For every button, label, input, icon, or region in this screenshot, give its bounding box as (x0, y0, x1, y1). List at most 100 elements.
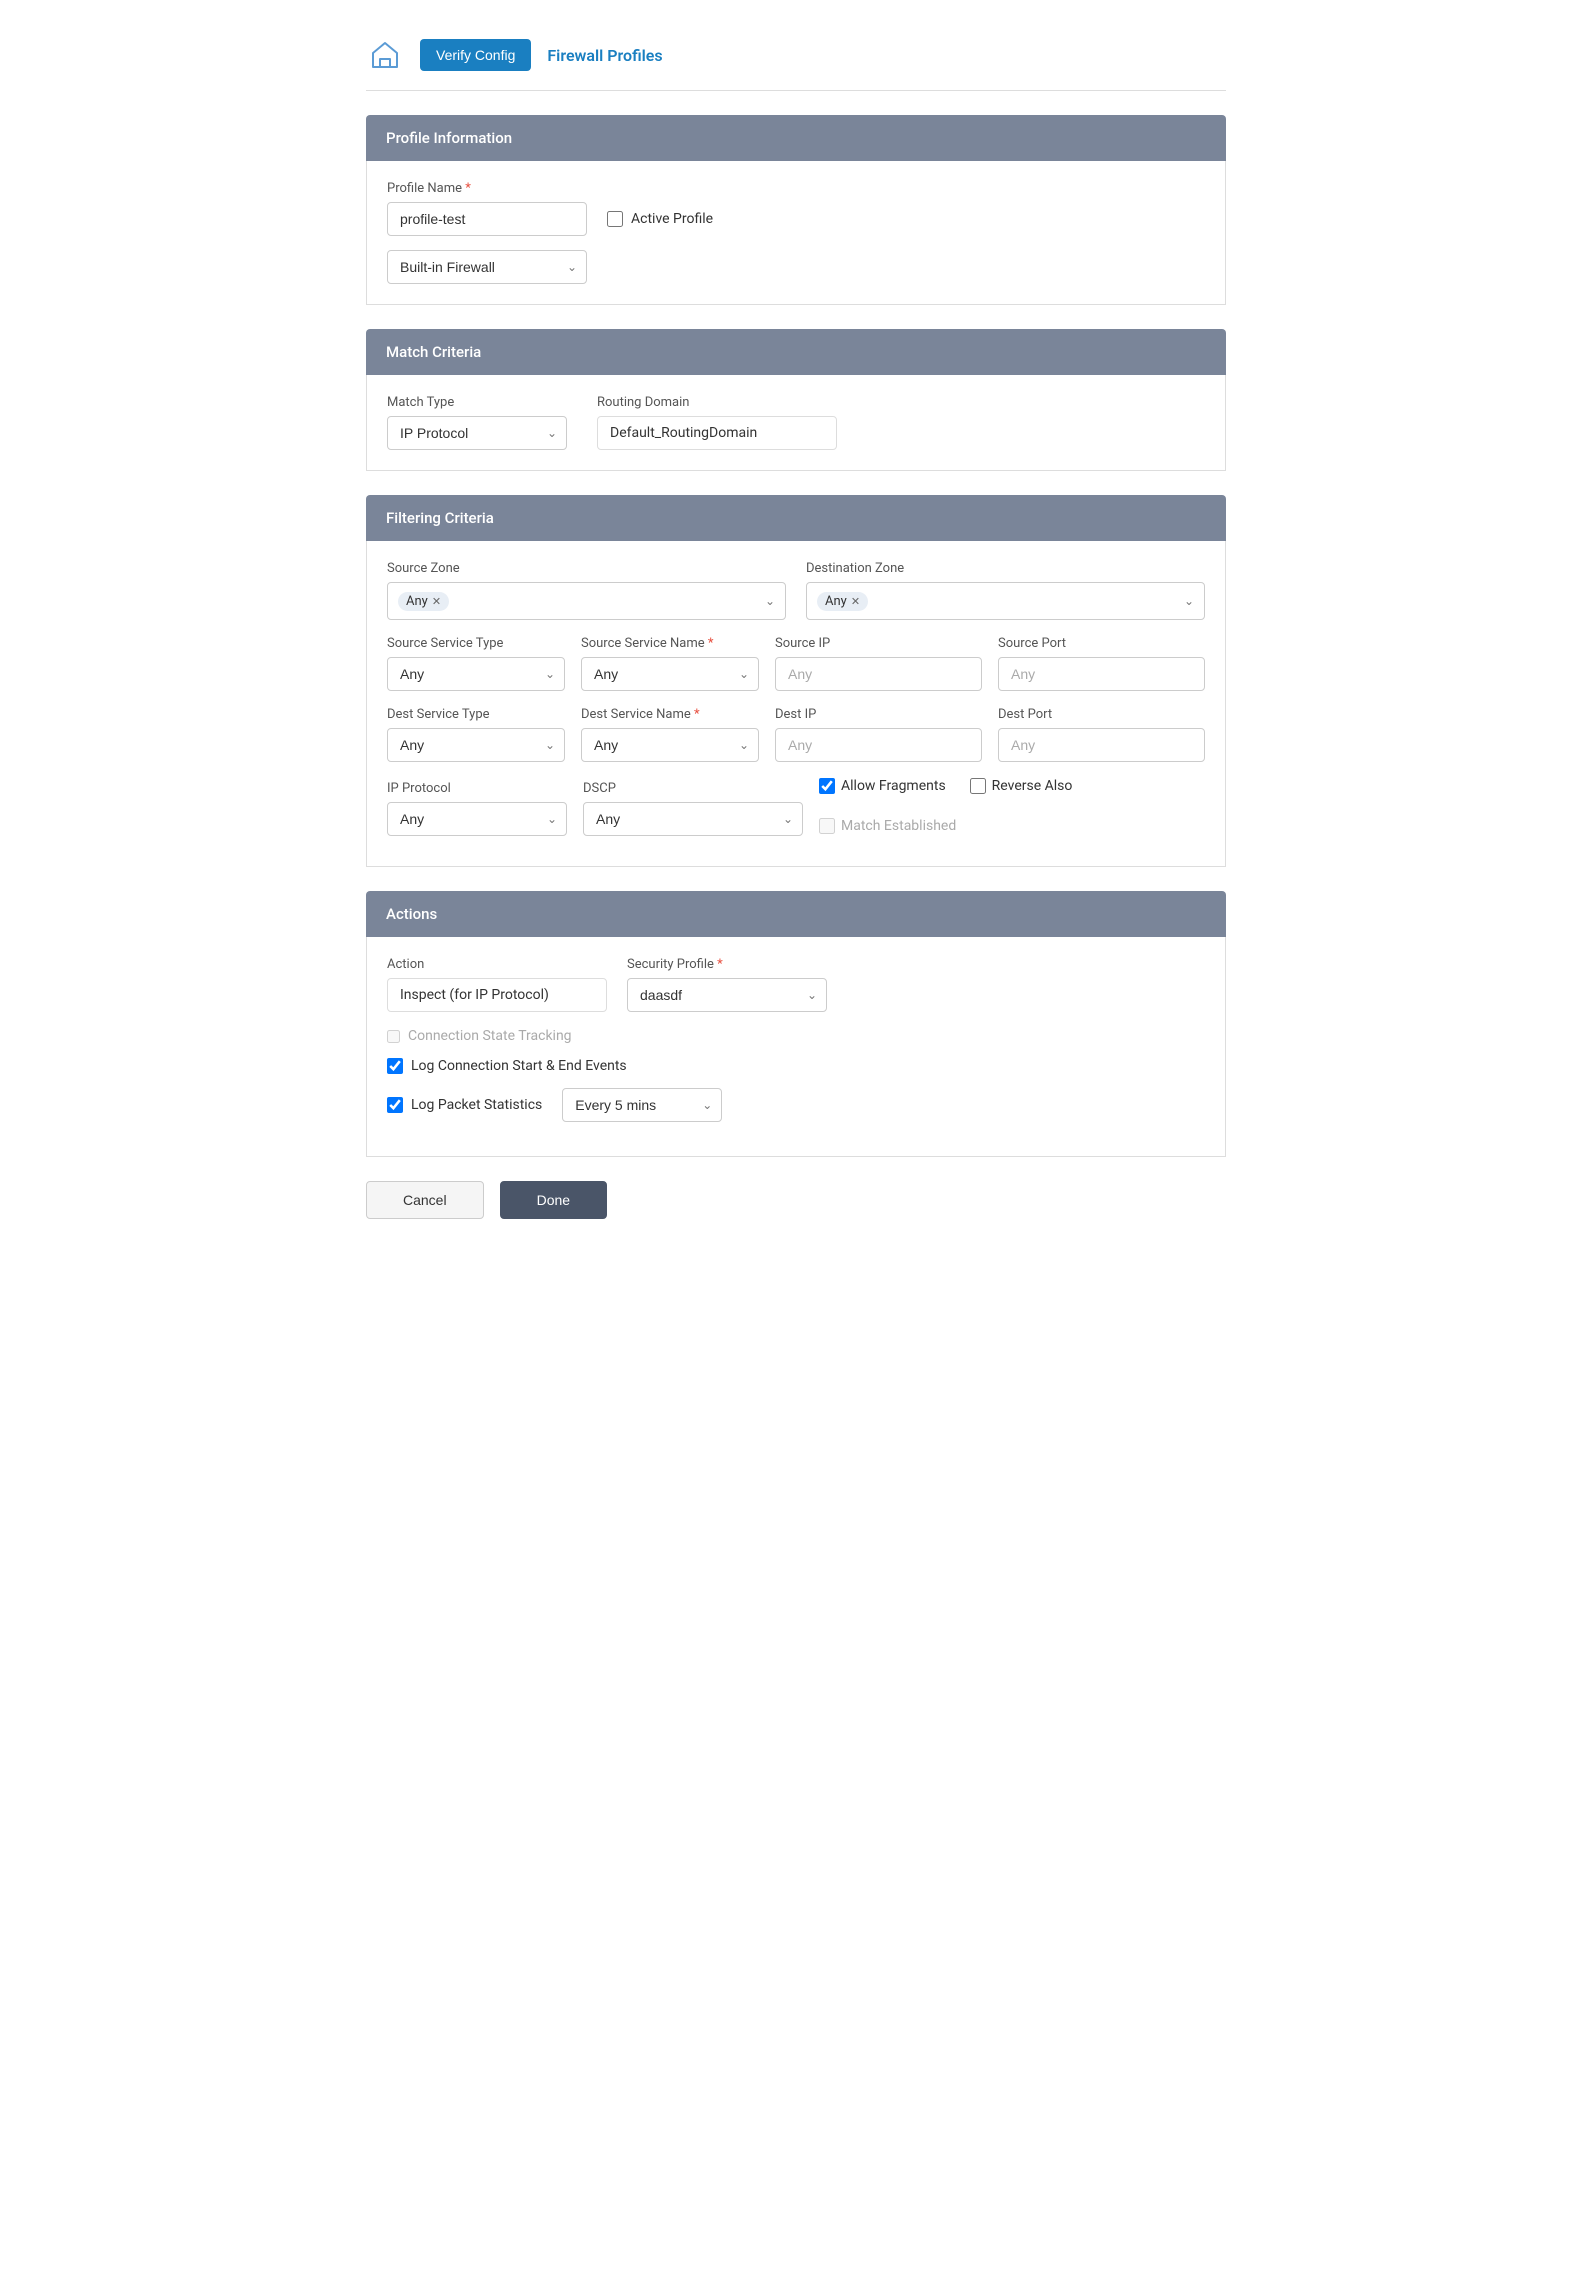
zone-row: Source Zone Any ✕ ⌄ Destination Zone Any (387, 561, 1205, 620)
source-port-label: Source Port (998, 636, 1205, 651)
source-zone-field[interactable]: Any ✕ ⌄ (387, 582, 786, 620)
dest-service-type-label: Dest Service Type (387, 707, 565, 722)
dest-zone-remove-icon[interactable]: ✕ (851, 595, 860, 608)
every-mins-select-wrapper: Every 5 mins ⌄ (562, 1088, 722, 1122)
actions-section: Actions Action Inspect (for IP Protocol)… (366, 891, 1226, 1157)
done-button[interactable]: Done (500, 1181, 607, 1219)
action-value: Inspect (for IP Protocol) (387, 978, 607, 1012)
match-criteria-section: Match Criteria Match Type IP Protocol ⌄ … (366, 329, 1226, 471)
source-port-input[interactable] (998, 657, 1205, 691)
match-established-checkbox-label[interactable]: Match Established (819, 818, 956, 834)
dest-zone-group: Destination Zone Any ✕ ⌄ (806, 561, 1205, 620)
action-group: Action Inspect (for IP Protocol) (387, 957, 607, 1012)
reverse-also-checkbox-label[interactable]: Reverse Also (970, 778, 1073, 794)
firewall-type-select[interactable]: Built-in Firewall (387, 250, 587, 284)
match-criteria-body: Match Type IP Protocol ⌄ Routing Domain … (366, 375, 1226, 471)
verify-config-button[interactable]: Verify Config (420, 39, 531, 71)
source-row: Source Service Type Any ⌄ Source Service… (387, 636, 1205, 691)
dest-service-type-select[interactable]: Any (387, 728, 565, 762)
dscp-group: DSCP Any ⌄ (583, 781, 803, 836)
footer-buttons: Cancel Done (366, 1181, 1226, 1219)
reverse-also-checkbox[interactable] (970, 778, 986, 794)
dest-service-type-select-wrapper: Any ⌄ (387, 728, 565, 762)
filtering-criteria-body: Source Zone Any ✕ ⌄ Destination Zone Any (366, 541, 1226, 867)
header-divider (366, 90, 1226, 91)
home-icon[interactable] (366, 36, 404, 74)
routing-domain-value: Default_RoutingDomain (597, 416, 837, 450)
security-profile-select-wrapper: daasdf ⌄ (627, 978, 827, 1012)
actions-body: Action Inspect (for IP Protocol) Securit… (366, 937, 1226, 1157)
dest-ip-group: Dest IP (775, 707, 982, 762)
security-profile-group: Security Profile * daasdf ⌄ (627, 957, 827, 1012)
ip-protocol-group: IP Protocol Any ⌄ (387, 781, 567, 836)
source-zone-chevron-icon: ⌄ (765, 594, 775, 608)
routing-domain-label: Routing Domain (597, 395, 837, 410)
profile-info-row: Active Profile (387, 202, 1205, 236)
log-connection-checkbox-label[interactable]: Log Connection Start & End Events (387, 1058, 627, 1074)
source-service-name-group: Source Service Name * Any ⌄ (581, 636, 759, 691)
filter-checkboxes-row: Allow Fragments Reverse Also Match Estab… (819, 778, 1205, 836)
allow-fragments-checkbox-label[interactable]: Allow Fragments (819, 778, 946, 794)
cancel-button[interactable]: Cancel (366, 1181, 484, 1219)
source-service-type-select-wrapper: Any ⌄ (387, 657, 565, 691)
match-criteria-row: Match Type IP Protocol ⌄ Routing Domain … (387, 395, 1205, 450)
source-service-type-select[interactable]: Any (387, 657, 565, 691)
dest-port-input[interactable] (998, 728, 1205, 762)
match-type-group: Match Type IP Protocol ⌄ (387, 395, 567, 450)
log-packet-checkbox[interactable] (387, 1097, 403, 1113)
ip-protocol-label: IP Protocol (387, 781, 567, 796)
log-packet-row: Log Packet Statistics Every 5 mins ⌄ (387, 1088, 1205, 1122)
dest-zone-chevron-icon: ⌄ (1184, 594, 1194, 608)
dest-port-group: Dest Port (998, 707, 1205, 762)
dest-service-type-group: Dest Service Type Any ⌄ (387, 707, 565, 762)
firewall-profiles-breadcrumb[interactable]: Firewall Profiles (547, 46, 662, 65)
source-zone-group: Source Zone Any ✕ ⌄ (387, 561, 786, 620)
source-zone-label: Source Zone (387, 561, 786, 576)
source-ip-input[interactable] (775, 657, 982, 691)
profile-name-input[interactable] (387, 202, 587, 236)
action-fields-row: Action Inspect (for IP Protocol) Securit… (387, 957, 1205, 1012)
log-connection-checkbox[interactable] (387, 1058, 403, 1074)
log-connection-row: Log Connection Start & End Events (387, 1058, 1205, 1074)
allow-fragments-checkbox[interactable] (819, 778, 835, 794)
profile-information-header: Profile Information (366, 115, 1226, 161)
action-label: Action (387, 957, 607, 972)
match-established-checkbox[interactable] (819, 818, 835, 834)
source-port-group: Source Port (998, 636, 1205, 691)
source-zone-remove-icon[interactable]: ✕ (432, 595, 441, 608)
log-packet-checkbox-label[interactable]: Log Packet Statistics (387, 1097, 542, 1113)
dscp-select[interactable]: Any (583, 802, 803, 836)
source-service-type-label: Source Service Type (387, 636, 565, 651)
dest-service-name-label: Dest Service Name * (581, 707, 759, 722)
routing-domain-group: Routing Domain Default_RoutingDomain (597, 395, 837, 450)
active-profile-checkbox-label[interactable]: Active Profile (607, 211, 713, 227)
conn-tracking-row: Connection State Tracking (387, 1028, 1205, 1044)
ip-protocol-select[interactable]: Any (387, 802, 567, 836)
source-ip-label: Source IP (775, 636, 982, 651)
dest-zone-label: Destination Zone (806, 561, 1205, 576)
security-profile-select[interactable]: daasdf (627, 978, 827, 1012)
dest-service-name-select-wrapper: Any ⌄ (581, 728, 759, 762)
dest-service-name-group: Dest Service Name * Any ⌄ (581, 707, 759, 762)
required-star: * (465, 181, 471, 196)
dest-zone-tag: Any ✕ (817, 592, 868, 611)
source-zone-tag: Any ✕ (398, 592, 449, 611)
source-service-name-label: Source Service Name * (581, 636, 759, 651)
match-type-label: Match Type (387, 395, 567, 410)
match-type-select[interactable]: IP Protocol (387, 416, 567, 450)
dest-service-name-select[interactable]: Any (581, 728, 759, 762)
active-profile-checkbox[interactable] (607, 211, 623, 227)
conn-tracking-checkbox[interactable] (387, 1030, 400, 1043)
profile-information-section: Profile Information Profile Name * Activ… (366, 115, 1226, 305)
source-service-name-select[interactable]: Any (581, 657, 759, 691)
profile-name-label: Profile Name * (387, 181, 1205, 196)
every-mins-select[interactable]: Every 5 mins (562, 1088, 722, 1122)
filtering-criteria-section: Filtering Criteria Source Zone Any ✕ ⌄ D (366, 495, 1226, 867)
match-type-select-wrapper: IP Protocol ⌄ (387, 416, 567, 450)
filtering-criteria-header: Filtering Criteria (366, 495, 1226, 541)
match-criteria-header: Match Criteria (366, 329, 1226, 375)
dest-ip-input[interactable] (775, 728, 982, 762)
dest-row: Dest Service Type Any ⌄ Dest Service Nam… (387, 707, 1205, 762)
dscp-label: DSCP (583, 781, 803, 796)
dest-zone-field[interactable]: Any ✕ ⌄ (806, 582, 1205, 620)
